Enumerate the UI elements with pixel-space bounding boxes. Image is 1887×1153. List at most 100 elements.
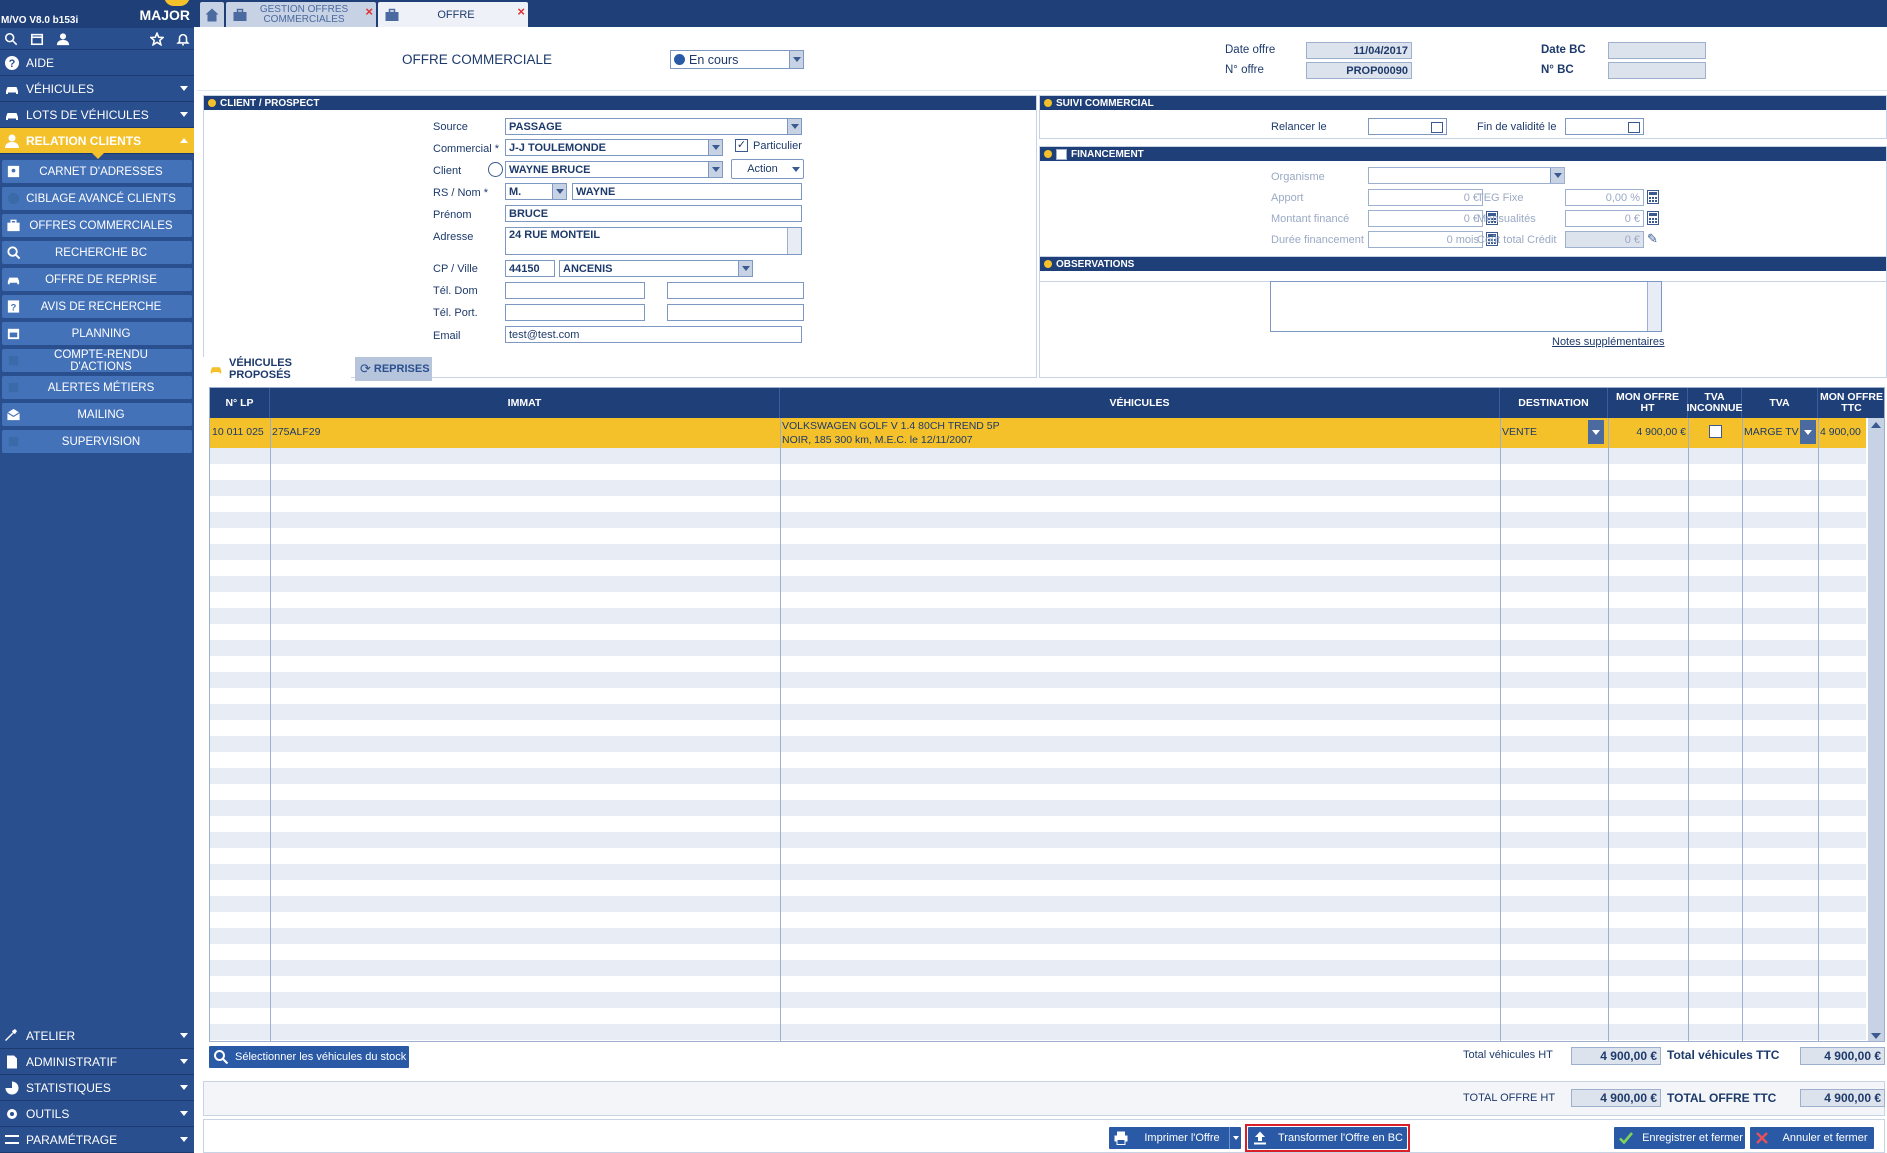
col-header-immat[interactable]: IMMAT — [270, 388, 780, 418]
nav-aide[interactable]: ? AIDE — [0, 50, 194, 76]
nav-outils[interactable]: OUTILS — [0, 1101, 194, 1127]
sub-item-offres-commerciales[interactable]: OFFRES COMMERCIALES — [2, 214, 192, 237]
particulier-checkbox[interactable]: ✓ — [735, 139, 748, 152]
col-header-offre-ttc[interactable]: MON OFFRE TTC — [1818, 388, 1884, 418]
sub-item-mailing[interactable]: MAILING — [2, 403, 192, 426]
nom-input[interactable]: WAYNE — [572, 183, 802, 200]
tel-port-input[interactable] — [505, 304, 645, 321]
col-header-tva-inconnue[interactable]: TVA INCONNUE — [1687, 388, 1743, 418]
nav-relation-clients[interactable]: RELATION CLIENTS — [0, 128, 194, 159]
table-row[interactable]: 10 011 025 275ALF29 VOLKSWAGEN GOLF V 1.… — [210, 418, 1866, 448]
grid-scrollbar[interactable] — [1868, 418, 1884, 1041]
civilite-select[interactable]: M. — [505, 183, 567, 200]
col-header-lp[interactable]: N° LP — [210, 388, 270, 418]
notes-link[interactable]: Notes supplémentaires — [1552, 336, 1665, 348]
scroll-up-icon[interactable] — [1871, 422, 1881, 428]
sub-item-planning[interactable]: PLANNING — [2, 322, 192, 345]
nav-statistiques[interactable]: STATISTIQUES — [0, 1075, 194, 1101]
cell-offre-ht: 4 900,00 € — [1636, 426, 1686, 438]
tva-inconnue-checkbox[interactable] — [1709, 425, 1722, 438]
sub-item-ciblage[interactable]: CIBLAGE AVANCÉ CLIENTS — [2, 187, 192, 210]
calculator-icon[interactable] — [1647, 211, 1659, 225]
close-icon[interactable]: × — [517, 4, 525, 19]
close-icon[interactable]: × — [365, 4, 373, 19]
nav-label: OUTILS — [26, 1106, 70, 1121]
teg-input[interactable]: 0,00 % — [1565, 189, 1644, 206]
commercial-label: Commercial * — [433, 143, 500, 155]
observations-textarea[interactable] — [1270, 281, 1662, 332]
ville-select[interactable]: ANCENIS — [559, 260, 753, 277]
subtab-vehicules[interactable]: VÉHICULES PROPOSÉS — [203, 357, 351, 381]
user-icon[interactable] — [56, 32, 70, 46]
col-header-vehicules[interactable]: VÉHICULES — [780, 388, 1500, 418]
scroll-down-icon[interactable] — [1871, 1033, 1881, 1039]
sub-item-supervision[interactable]: SUPERVISION — [2, 430, 192, 453]
nav-vehicules[interactable]: VÉHICULES — [0, 76, 194, 102]
col-header-tva[interactable]: TVA — [1742, 388, 1818, 418]
bell-icon[interactable] — [176, 32, 190, 46]
montant-input[interactable]: 0 € — [1368, 210, 1483, 227]
cell-vehicule-line2: NOIR, 185 300 km, M.E.C. le 12/11/2007 — [782, 434, 973, 446]
sub-item-offre-reprise[interactable]: OFFRE DE REPRISE — [2, 268, 192, 291]
nav-parametrage[interactable]: PARAMÉTRAGE — [0, 1127, 194, 1153]
calendar-icon[interactable] — [1431, 122, 1443, 133]
sub-item-carnet-adresses[interactable]: CARNET D'ADRESSES — [2, 160, 192, 183]
commercial-value: J-J TOULEMONDE — [509, 141, 606, 154]
email-input[interactable]: test@test.com — [505, 326, 802, 343]
star-icon[interactable] — [150, 31, 164, 46]
sub-item-avis-recherche[interactable]: ? AVIS DE RECHERCHE — [2, 295, 192, 318]
col-header-destination[interactable]: DESTINATION — [1500, 388, 1608, 418]
tab-gestion-offres[interactable]: GESTION OFFRES COMMERCIALES × — [226, 2, 376, 27]
fin-validite-date-input[interactable] — [1565, 118, 1644, 135]
search-icon[interactable] — [4, 32, 18, 46]
enregistrer-button[interactable]: Enregistrer et fermer — [1614, 1127, 1745, 1149]
tel-dom-2-input[interactable] — [667, 282, 804, 299]
action-button[interactable]: Action — [731, 159, 804, 179]
col-header-label: DESTINATION — [1518, 396, 1589, 409]
eraser-icon[interactable]: ✎ — [1647, 231, 1658, 247]
tva-dropdown[interactable] — [1800, 420, 1816, 444]
col-header-offre-ht[interactable]: MON OFFRE HT — [1608, 388, 1688, 418]
tel-dom-input[interactable] — [505, 282, 645, 299]
nav-atelier[interactable]: ATELIER — [0, 1023, 194, 1049]
duree-input[interactable]: 0 mois — [1368, 231, 1483, 248]
destination-dropdown[interactable] — [1588, 420, 1604, 444]
calendar-icon[interactable] — [30, 32, 44, 46]
annuler-button[interactable]: Annuler et fermer — [1750, 1127, 1874, 1149]
subtab-reprises[interactable]: ⟳ REPRISES — [355, 357, 432, 381]
commercial-select[interactable]: J-J TOULEMONDE — [505, 139, 723, 156]
sub-item-alertes-metiers[interactable]: ALERTES MÉTIERS — [2, 376, 192, 399]
teg-label: TEG Fixe — [1477, 192, 1524, 204]
nav-administratif[interactable]: ADMINISTRATIF — [0, 1049, 194, 1075]
relancer-date-input[interactable] — [1368, 118, 1447, 135]
apport-input[interactable]: 0 € — [1368, 189, 1483, 206]
imprimer-dropdown[interactable] — [1229, 1127, 1241, 1149]
tab-offre[interactable]: OFFRE × — [378, 2, 528, 27]
prenom-input[interactable]: BRUCE — [505, 205, 802, 222]
client-radio[interactable] — [488, 162, 503, 177]
empty-row — [210, 544, 1866, 560]
nav-lots-vehicules[interactable]: LOTS DE VÉHICULES — [0, 102, 194, 128]
cp-input[interactable]: 44150 — [505, 260, 555, 277]
empty-row — [210, 976, 1866, 992]
empty-row — [210, 528, 1866, 544]
client-select[interactable]: WAYNE BRUCE — [505, 161, 723, 178]
home-tab[interactable] — [200, 2, 224, 27]
sub-item-recherche-bc[interactable]: RECHERCHE BC — [2, 241, 192, 264]
organisme-select[interactable] — [1368, 167, 1565, 184]
observations-scrollbar[interactable] — [1647, 282, 1661, 331]
calculator-icon[interactable] — [1647, 190, 1659, 204]
mensualites-input[interactable]: 0 € — [1565, 210, 1644, 227]
select-stock-button[interactable]: Sélectionner les véhicules du stock — [209, 1046, 409, 1068]
calendar-icon[interactable] — [1628, 122, 1640, 133]
adresse-input[interactable]: 24 RUE MONTEIL — [505, 227, 802, 255]
tel-port-2-input[interactable] — [667, 304, 804, 321]
adresse-scrollbar[interactable] — [787, 228, 801, 254]
sub-item-compte-rendu[interactable]: COMPTE-RENDU D'ACTIONS — [2, 349, 192, 373]
source-select[interactable]: PASSAGE — [505, 118, 802, 135]
imprimer-button[interactable]: Imprimer l'Offre — [1109, 1127, 1241, 1149]
financement-checkbox[interactable] — [1056, 148, 1067, 160]
transformer-button[interactable]: Transformer l'Offre en BC — [1248, 1127, 1407, 1149]
status-select[interactable]: En cours — [670, 50, 804, 69]
sub-item-label: SUPERVISION — [61, 435, 141, 448]
